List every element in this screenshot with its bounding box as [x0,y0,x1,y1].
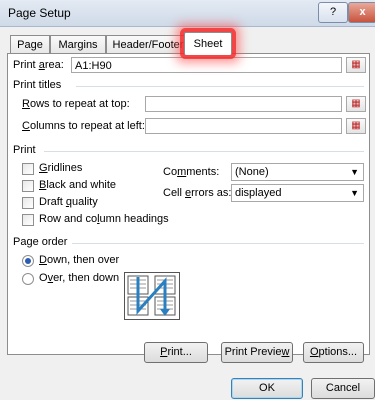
cols-repeat-label: Columns to repeat at left: [22,120,145,132]
print-heading: Print [13,144,36,156]
divider [44,151,364,152]
dropdown-arrow-icon: ▼ [350,167,359,177]
print-preview-button[interactable]: Print Preview [221,342,293,363]
draft-quality-label: Draft quality [39,196,98,208]
gridlines-checkbox[interactable] [22,163,34,175]
row-col-headings-checkbox[interactable] [22,214,34,226]
print-area-label: Print area: [13,59,64,71]
cols-repeat-input[interactable] [145,118,342,134]
options-button[interactable]: Options... [303,342,364,363]
cancel-button[interactable]: Cancel [311,378,375,399]
close-icon[interactable]: x [348,2,375,23]
print-button[interactable]: Print... [144,342,208,363]
collapse-dialog-icon[interactable]: ▦ [346,57,366,73]
rows-repeat-label: Rows to repeat at top: [22,98,130,110]
row-col-headings-label: Row and column headings [39,213,169,225]
rows-repeat-input[interactable] [145,96,342,112]
ok-button[interactable]: OK [231,378,303,399]
comments-select[interactable]: (None) ▼ [231,163,364,181]
over-then-down-label: Over, then down [39,272,120,284]
divider [76,86,364,87]
page-order-icon [124,272,180,320]
divider [72,243,364,244]
draft-quality-checkbox[interactable] [22,197,34,209]
print-titles-heading: Print titles [13,79,62,91]
down-then-over-label: Down, then over [39,254,120,266]
page-setup-dialog: Page Margins Header/Footer Sheet Print a… [0,27,375,400]
tab-margins[interactable]: Margins [50,35,106,54]
down-then-over-radio[interactable] [22,255,34,267]
collapse-dialog-icon[interactable]: ▦ [346,96,366,112]
tab-page[interactable]: Page [10,35,50,54]
black-white-checkbox[interactable] [22,180,34,192]
cell-errors-label: Cell errors as: [163,187,232,199]
tab-sheet[interactable]: Sheet [184,32,232,55]
comments-label: Comments: [163,166,220,178]
tab-header-footer[interactable]: Header/Footer [106,35,190,54]
page-order-heading: Page order [13,236,68,248]
window-title: Page Setup [8,6,71,20]
sheet-panel: Print area: A1:H90 ▦ Print titles Rows t… [7,53,370,355]
cell-errors-select[interactable]: displayed ▼ [231,184,364,202]
print-area-input[interactable]: A1:H90 [71,57,342,73]
gridlines-label: Gridlines [39,162,83,174]
help-icon[interactable]: ? [318,2,348,23]
collapse-dialog-icon[interactable]: ▦ [346,118,366,134]
over-then-down-radio[interactable] [22,273,34,285]
dropdown-arrow-icon: ▼ [350,188,359,198]
title-bar: Page Setup ? x [0,0,375,27]
black-white-label: Black and white [39,179,117,191]
